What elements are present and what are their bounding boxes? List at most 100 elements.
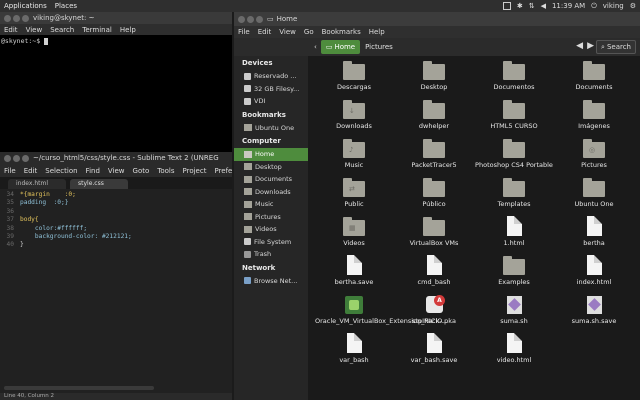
file-item[interactable]: cmd_bash xyxy=(394,255,474,294)
file-item[interactable]: Descargas xyxy=(314,60,394,99)
folder-icon xyxy=(244,213,252,221)
terminal-menu-search[interactable]: Search xyxy=(46,26,78,34)
sidebar-item-device-vdi[interactable]: VDI xyxy=(234,95,308,108)
sublime-menu-find[interactable]: Find xyxy=(82,167,104,175)
file-item[interactable]: var_bash xyxy=(314,333,394,372)
terminal-menu-edit[interactable]: Edit xyxy=(0,26,22,34)
terminal-menubar: Edit View Search Terminal Help xyxy=(0,24,232,35)
file-item[interactable]: ▦ Videos xyxy=(314,216,394,255)
file-item[interactable]: HTML5 CURSO xyxy=(474,99,554,138)
file-item[interactable]: var_bash.save xyxy=(394,333,474,372)
sublime-menu-tools[interactable]: Tools xyxy=(153,167,178,175)
file-item[interactable]: ♪ Music xyxy=(314,138,394,177)
file-item[interactable]: Examples xyxy=(474,255,554,294)
file-item[interactable]: AstpINICIO.pka xyxy=(394,294,474,333)
terminal-menu-view[interactable]: View xyxy=(22,26,47,34)
file-item[interactable]: Ubuntu One xyxy=(554,177,634,216)
file-item[interactable]: PacketTracer5 xyxy=(394,138,474,177)
sidebar-item-browse-network[interactable]: Browse Net... xyxy=(234,275,308,288)
user-name[interactable]: viking xyxy=(603,2,624,10)
terminal-body[interactable]: @skynet:~$ xyxy=(0,35,232,47)
tab-index-html[interactable]: index.html xyxy=(8,179,66,189)
volume-icon[interactable]: ◀ xyxy=(541,2,546,10)
sublime-menu-goto[interactable]: Goto xyxy=(129,167,154,175)
file-item[interactable]: bertha.save xyxy=(314,255,394,294)
file-item[interactable]: 1.html xyxy=(474,216,554,255)
clock[interactable]: 11:39 AM xyxy=(552,2,585,10)
sidebar-item-home[interactable]: Home xyxy=(234,148,308,161)
file-item[interactable]: Photoshop CS4 Portable xyxy=(474,138,554,177)
bluetooth-icon[interactable]: ✱ xyxy=(517,2,523,10)
file-item[interactable]: Templates xyxy=(474,177,554,216)
sublime-menu-view[interactable]: View xyxy=(104,167,129,175)
file-item[interactable]: video.html xyxy=(474,333,554,372)
sublime-titlebar[interactable]: ~/curso_html5/css/style.css - Sublime Te… xyxy=(0,152,232,164)
fm-menu-bookmarks[interactable]: Bookmarks xyxy=(318,28,365,36)
sidebar-item-desktop[interactable]: Desktop xyxy=(234,161,308,174)
close-icon[interactable] xyxy=(4,14,11,22)
sublime-menu-file[interactable]: File xyxy=(0,167,20,175)
terminal-menu-help[interactable]: Help xyxy=(116,26,140,34)
fm-menu-go[interactable]: Go xyxy=(300,28,318,36)
power-icon[interactable]: ⏻ xyxy=(591,2,597,11)
file-item[interactable]: VirtualBox VMs xyxy=(394,216,474,255)
maximize-icon[interactable] xyxy=(256,15,263,23)
file-item[interactable]: Desktop xyxy=(394,60,474,99)
minimize-icon[interactable] xyxy=(13,154,20,162)
sidebar-item-file-system[interactable]: File System xyxy=(234,236,308,249)
sublime-menu-project[interactable]: Project xyxy=(179,167,211,175)
sidebar-item-videos[interactable]: Videos xyxy=(234,223,308,236)
applications-menu[interactable]: Applications xyxy=(0,2,51,10)
close-icon[interactable] xyxy=(238,15,245,23)
file-item[interactable]: dwhelper xyxy=(394,99,474,138)
file-item[interactable]: Documents xyxy=(554,60,634,99)
sidebar-item-downloads[interactable]: Downloads xyxy=(234,186,308,199)
tab-style-css[interactable]: style.css xyxy=(70,179,128,189)
breadcrumb-left-arrow-icon[interactable]: ‹ xyxy=(314,43,317,51)
forward-icon[interactable]: ▶ xyxy=(587,41,594,51)
mail-icon[interactable] xyxy=(502,2,511,10)
fm-titlebar[interactable]: ▭ Home xyxy=(234,12,640,26)
fm-menu-view[interactable]: View xyxy=(275,28,300,36)
sublime-menu-selection[interactable]: Selection xyxy=(41,167,81,175)
settings-icon[interactable]: ⚙ xyxy=(630,2,636,10)
file-item[interactable]: bertha xyxy=(554,216,634,255)
sidebar-item-ubuntu-one[interactable]: Ubuntu One xyxy=(234,122,308,135)
file-item[interactable]: suma.sh xyxy=(474,294,554,333)
file-item[interactable]: ↓ Downloads xyxy=(314,99,394,138)
maximize-icon[interactable] xyxy=(22,14,29,22)
places-menu[interactable]: Places xyxy=(51,2,81,10)
file-item[interactable]: Documentos xyxy=(474,60,554,99)
back-icon[interactable]: ◀ xyxy=(576,41,583,51)
breadcrumb-home[interactable]: ▭ Home xyxy=(320,40,361,54)
search-button[interactable]: ⌕ Search xyxy=(596,40,636,54)
terminal-menu-terminal[interactable]: Terminal xyxy=(78,26,116,34)
fm-menu-edit[interactable]: Edit xyxy=(254,28,276,36)
file-item[interactable]: ⇄ Public xyxy=(314,177,394,216)
sidebar-item-device-reservado[interactable]: Reservado ... xyxy=(234,70,308,83)
sublime-menu-edit[interactable]: Edit xyxy=(20,167,42,175)
sublime-menu-preferences[interactable]: Preferen xyxy=(210,167,232,175)
file-item[interactable]: Imágenes xyxy=(554,99,634,138)
file-item[interactable]: suma.sh.save xyxy=(554,294,634,333)
horizontal-scrollbar[interactable] xyxy=(4,386,154,390)
network-icon[interactable]: ⇅ xyxy=(529,2,535,10)
file-item[interactable]: index.html xyxy=(554,255,634,294)
file-item[interactable]: Oracle_VM_VirtualBox_Extension_Pack-... xyxy=(314,294,448,333)
sidebar-item-music[interactable]: Music xyxy=(234,198,308,211)
file-item[interactable]: Público xyxy=(394,177,474,216)
minimize-icon[interactable] xyxy=(13,14,20,22)
sidebar-item-pictures[interactable]: Pictures xyxy=(234,211,308,224)
sidebar-item-trash[interactable]: Trash xyxy=(234,248,308,261)
close-icon[interactable] xyxy=(4,154,11,162)
fm-menu-file[interactable]: File xyxy=(234,28,254,36)
fm-menu-help[interactable]: Help xyxy=(365,28,389,36)
terminal-titlebar[interactable]: viking@skynet: ~ xyxy=(0,12,232,24)
code-editor[interactable]: 34 *{margin :0; 35 padding :0;} 36 37 body{… xyxy=(0,189,232,250)
sidebar-item-documents[interactable]: Documents xyxy=(234,173,308,186)
file-item[interactable]: ◎ Pictures xyxy=(554,138,634,177)
sidebar-item-device-32gb[interactable]: 32 GB Filesy... xyxy=(234,83,308,96)
minimize-icon[interactable] xyxy=(247,15,254,23)
maximize-icon[interactable] xyxy=(22,154,29,162)
breadcrumb-pictures[interactable]: Pictures xyxy=(360,40,398,54)
